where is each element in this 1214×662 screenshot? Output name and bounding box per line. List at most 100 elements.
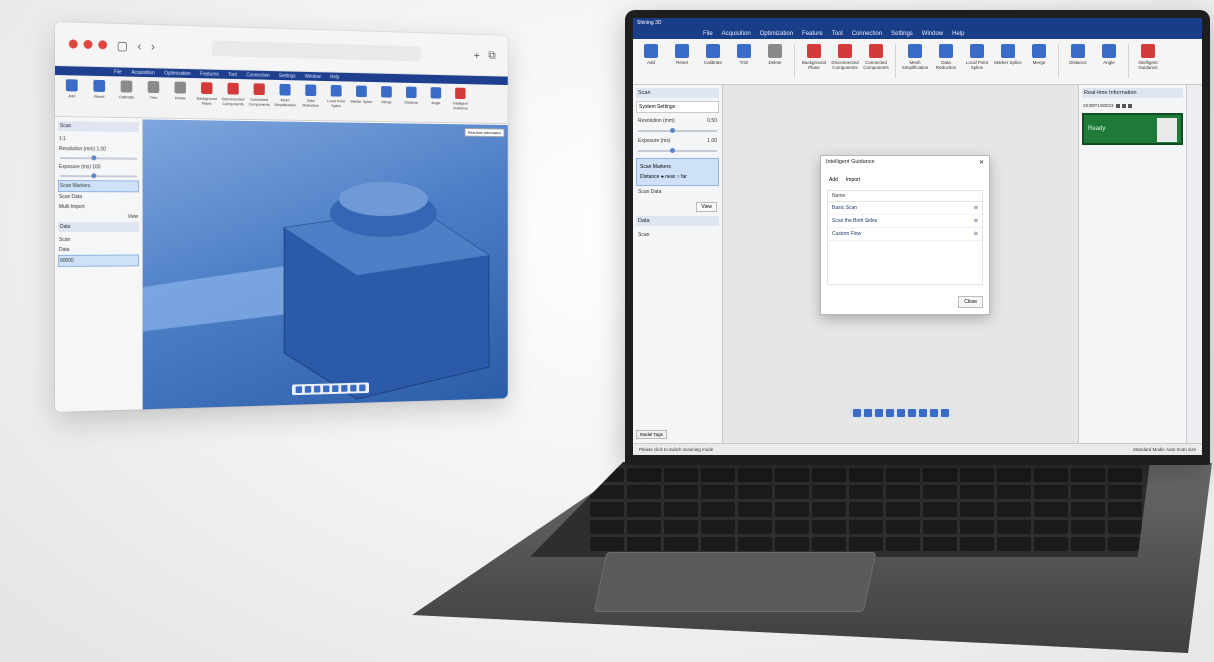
- maximize-dot[interactable]: [98, 40, 108, 50]
- angle-button[interactable]: Angle: [1095, 44, 1123, 65]
- background-plane-button[interactable]: Background Plane: [194, 82, 219, 106]
- menu-help[interactable]: Help: [330, 74, 339, 80]
- exposure-slider[interactable]: [638, 148, 717, 153]
- menu-feature[interactable]: Feature: [802, 31, 823, 37]
- zoom-icon[interactable]: [863, 409, 872, 417]
- front-view-icon[interactable]: [896, 409, 905, 417]
- menu-file[interactable]: File: [703, 31, 713, 37]
- minimize-dot[interactable]: [83, 39, 93, 49]
- angle-button[interactable]: Angle: [425, 87, 448, 105]
- close-dot[interactable]: [68, 39, 78, 49]
- menu-window[interactable]: Window: [305, 73, 321, 79]
- scan-data-option[interactable]: Scan Data: [636, 186, 719, 198]
- marker-splice-button[interactable]: Marker Splice: [994, 44, 1022, 65]
- exposure-slider[interactable]: [59, 175, 138, 178]
- mesh-simplification-button[interactable]: Mesh Simplification: [901, 44, 929, 70]
- front-view-icon[interactable]: [332, 385, 339, 393]
- 3d-viewport[interactable]: Real-time Information: [142, 119, 508, 410]
- exposure-value[interactable]: 1.00: [707, 138, 717, 144]
- back-icon[interactable]: ‹: [137, 39, 141, 53]
- settings-icon[interactable]: [1121, 103, 1126, 108]
- tree-item-00000[interactable]: 00000: [57, 254, 140, 267]
- resolution-value[interactable]: 1.00: [96, 146, 106, 152]
- data-reduction-button[interactable]: Data Reduction: [932, 44, 960, 70]
- view-button[interactable]: View: [696, 202, 717, 212]
- rotate-icon[interactable]: [874, 409, 883, 417]
- tab-import[interactable]: Import: [846, 177, 860, 183]
- tabs-overview-icon[interactable]: ⧉: [488, 48, 495, 62]
- model-tags-tab[interactable]: Model Tags: [636, 430, 667, 439]
- menu-connection[interactable]: Connection: [852, 31, 882, 37]
- reset-button[interactable]: Reset: [668, 44, 696, 65]
- menu-connection[interactable]: Connection: [246, 72, 269, 78]
- near-option[interactable]: near: [665, 174, 675, 180]
- menu-optimization[interactable]: Optimization: [164, 70, 190, 76]
- sidebar-icon[interactable]: ▢: [117, 38, 128, 52]
- menu-help[interactable]: Help: [952, 31, 964, 37]
- delete-item-icon[interactable]: ⊖: [974, 205, 978, 211]
- scan-markers-block[interactable]: Scan Markers Distance ● near ○ far: [636, 158, 719, 186]
- 3d-viewport[interactable]: Intelligent Guidance ✕ Add Import Name B…: [723, 85, 1078, 443]
- calibrate-button[interactable]: Calibrate: [114, 80, 139, 99]
- refresh-icon[interactable]: [1127, 103, 1132, 108]
- menu-tool[interactable]: Tool: [228, 72, 237, 78]
- side-view-icon[interactable]: [341, 384, 348, 392]
- close-button[interactable]: Close: [958, 296, 983, 308]
- tree-item-data[interactable]: Data: [58, 245, 139, 255]
- scan-data-option[interactable]: Scan Data: [58, 192, 139, 202]
- list-item[interactable]: Basic Scan ⊖: [828, 202, 982, 215]
- reset-button[interactable]: Reset: [87, 79, 112, 99]
- resolution-slider[interactable]: [638, 128, 717, 133]
- delete-item-icon[interactable]: ⊖: [974, 231, 978, 237]
- local-point-splice-button[interactable]: Local Point Splice: [324, 84, 348, 108]
- calibrate-button[interactable]: Calibrate: [699, 44, 727, 65]
- menu-acquisition[interactable]: Acquisition: [722, 31, 751, 37]
- fit-view-icon[interactable]: [295, 386, 303, 394]
- data-reduction-button[interactable]: Data Reduction: [299, 84, 323, 108]
- top-view-icon[interactable]: [350, 384, 357, 392]
- tree-item-scan[interactable]: Scan: [636, 229, 719, 241]
- address-bar[interactable]: [211, 39, 422, 61]
- resolution-value[interactable]: 0.50: [707, 118, 717, 124]
- trim-button[interactable]: Trim: [730, 44, 758, 65]
- menu-window[interactable]: Window: [922, 31, 943, 37]
- fit-view-icon[interactable]: [852, 409, 861, 417]
- distance-button[interactable]: Distance: [1064, 44, 1092, 65]
- list-item[interactable]: Custom Flow ⊖: [828, 228, 982, 241]
- select-icon[interactable]: [359, 384, 366, 392]
- menu-tool[interactable]: Tool: [832, 31, 843, 37]
- new-tab-icon[interactable]: +: [474, 48, 480, 61]
- multi-import-option[interactable]: Multi Import: [58, 202, 139, 212]
- close-icon[interactable]: ✕: [979, 159, 984, 166]
- trim-button[interactable]: Trim: [141, 80, 166, 100]
- list-item[interactable]: Scan the Both Sides ⊖: [828, 215, 982, 228]
- forward-icon[interactable]: ›: [151, 39, 155, 53]
- right-side-tabs[interactable]: [1186, 85, 1202, 443]
- add-button[interactable]: Add: [637, 44, 665, 65]
- rotate-icon[interactable]: [313, 385, 321, 393]
- menu-settings[interactable]: Settings: [891, 31, 913, 37]
- menu-optimization[interactable]: Optimization: [760, 31, 793, 37]
- top-view-icon[interactable]: [918, 409, 927, 417]
- connected-components-button[interactable]: Connected Components: [247, 83, 271, 107]
- resolution-slider[interactable]: [59, 157, 138, 160]
- disconnected-components-button[interactable]: Disconnected Components: [221, 82, 245, 107]
- exposure-value[interactable]: 100: [92, 164, 100, 170]
- realtime-info-badge[interactable]: Real-time Information: [464, 128, 505, 138]
- background-plane-button[interactable]: Background Plane: [800, 44, 828, 70]
- menu-features[interactable]: Features: [200, 71, 219, 77]
- distance-button[interactable]: Distance: [400, 86, 423, 105]
- system-settings-dropdown[interactable]: System Settings: [636, 101, 719, 113]
- delete-button[interactable]: Delete: [761, 44, 789, 65]
- delete-button[interactable]: Delete: [168, 81, 193, 100]
- tree-item-scan[interactable]: Scan: [58, 235, 139, 245]
- zoom-icon[interactable]: [304, 385, 312, 393]
- intelligent-guidance-button[interactable]: Intelligent Guidance: [1134, 44, 1162, 70]
- mesh-simplification-button[interactable]: Mesh Simplification: [273, 83, 297, 108]
- menu-file[interactable]: File: [114, 69, 122, 75]
- local-point-splice-button[interactable]: Local Point Splice: [963, 44, 991, 70]
- delete-item-icon[interactable]: ⊖: [974, 218, 978, 224]
- view-button[interactable]: View: [58, 212, 139, 222]
- intelligent-guidance-button[interactable]: Intelligent Guidance: [449, 87, 472, 110]
- side-view-icon[interactable]: [907, 409, 916, 417]
